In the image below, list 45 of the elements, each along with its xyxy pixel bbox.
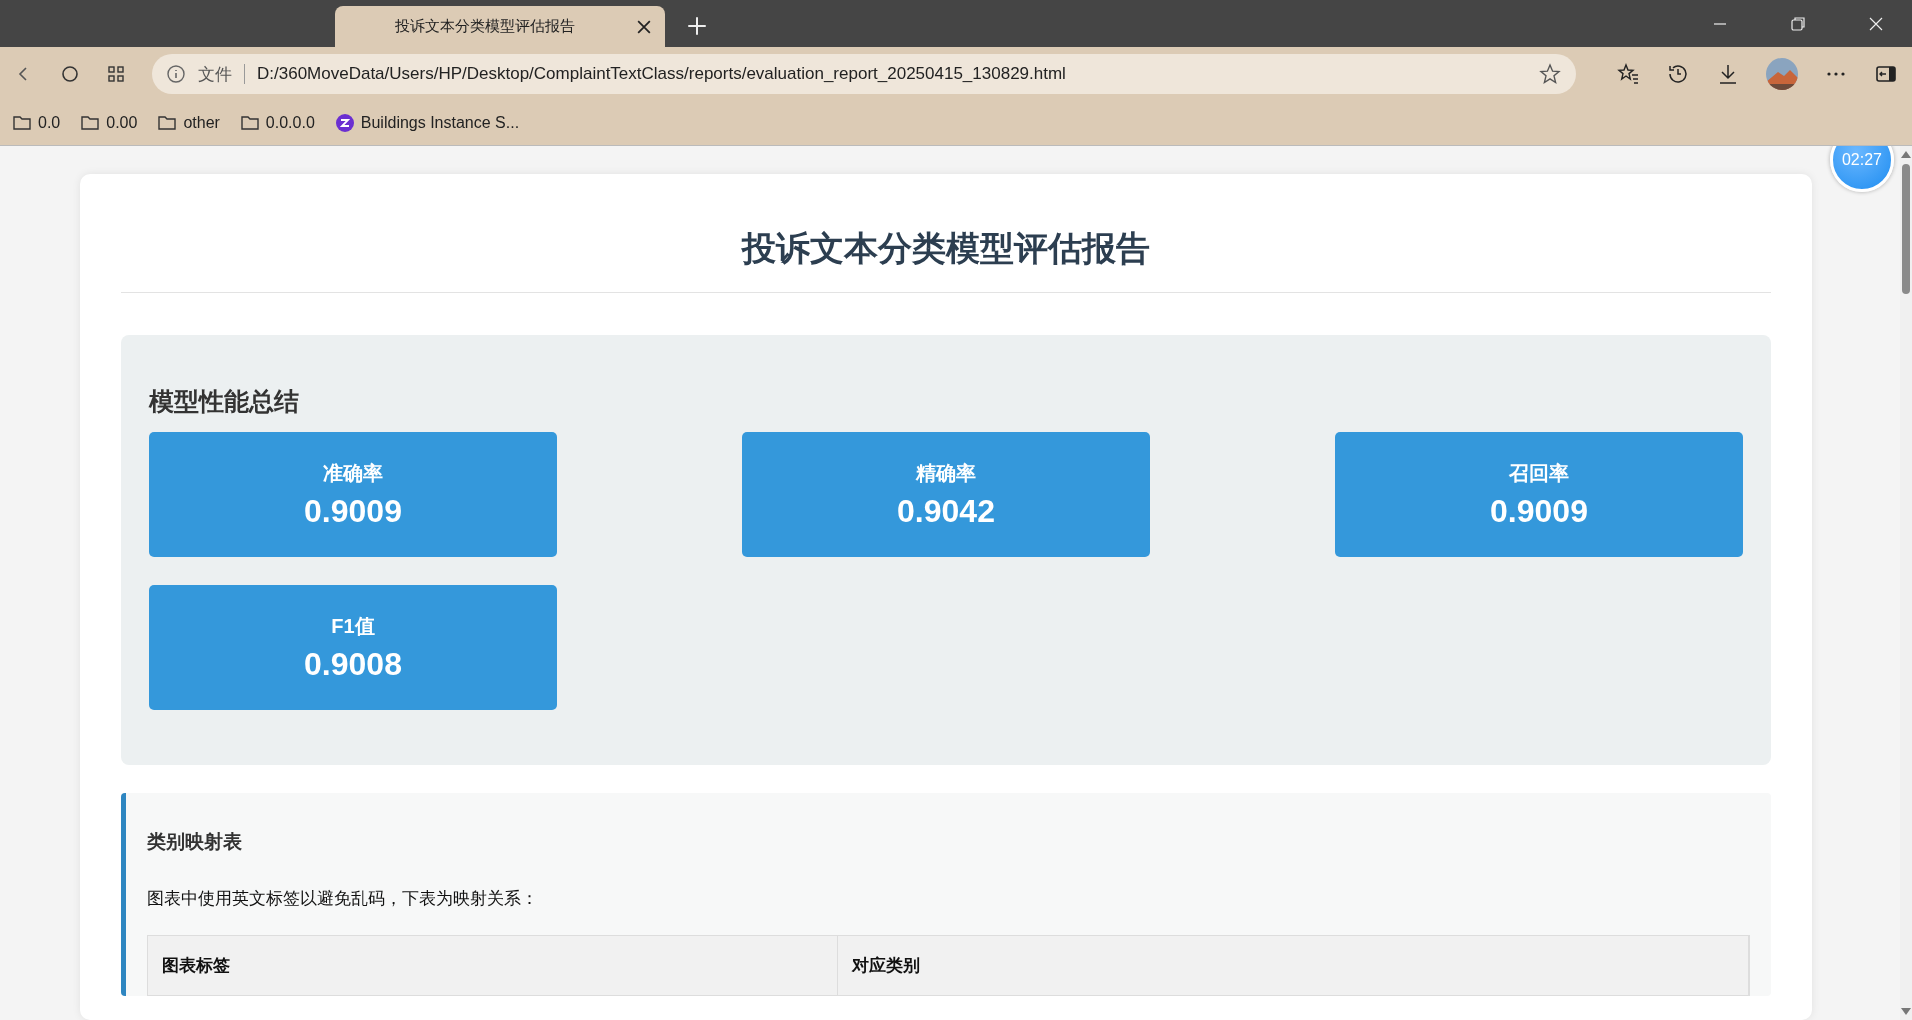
info-icon [166, 64, 186, 84]
metric-value: 0.9009 [304, 492, 402, 530]
apps-icon[interactable] [106, 64, 126, 84]
bookmark[interactable]: 0.0.0.0 [239, 113, 315, 133]
bookmark[interactable]: 0.00 [80, 113, 138, 133]
restore-icon[interactable] [1790, 16, 1806, 32]
metric-value: 0.9042 [897, 492, 995, 530]
scroll-down-icon[interactable] [1901, 1008, 1911, 1016]
metric-label: 召回率 [1509, 460, 1569, 486]
scroll-thumb[interactable] [1902, 164, 1910, 294]
column-header: 对应类别 [838, 936, 1749, 995]
star-icon[interactable] [1538, 62, 1562, 86]
folder-icon [12, 113, 32, 133]
scrollbar[interactable] [1900, 146, 1912, 1020]
metric-label: 准确率 [323, 460, 383, 486]
scroll-up-icon[interactable] [1901, 150, 1911, 158]
address-label: 文件 [198, 63, 232, 86]
site-icon [334, 113, 355, 133]
bookmark[interactable]: 0.0 [12, 113, 61, 133]
address-bar[interactable]: 文件 D:/360MoveData/Users/HP/Desktop/ComplaintTextClass/reports/evaluation_report_20250415_130829.html [152, 54, 1576, 94]
column-header: 图表标签 [148, 936, 838, 995]
close-tab-icon[interactable] [637, 19, 651, 34]
metric-label: 精确率 [916, 460, 976, 486]
metric-label: F1值 [331, 613, 375, 639]
folder-icon [157, 113, 178, 133]
report-title: 投诉文本分类模型评估报告 [740, 228, 1151, 269]
history-icon[interactable] [1666, 62, 1690, 86]
url-text: D:/360MoveData/Users/HP/Desktop/ComplaintTextClass/reports/evaluation_report_20250415_130829.html [257, 64, 1066, 84]
metric-value: 0.9008 [304, 645, 402, 683]
folder-icon [239, 113, 260, 133]
refresh-icon[interactable] [60, 64, 80, 84]
tab-title: 投诉文本分类模型评估报告 [395, 17, 576, 36]
timer-badge: 02:27 [1830, 146, 1894, 192]
new-tab-icon[interactable] [687, 16, 707, 36]
bookmark[interactable]: other [157, 113, 220, 133]
profile-avatar[interactable] [1766, 58, 1798, 90]
favorites-icon[interactable] [1616, 62, 1640, 86]
note-text: 图表中使用英文标签以避免乱码，下表为映射关系： [147, 888, 539, 910]
folder-icon [80, 113, 101, 133]
section-heading: 类别映射表 [147, 830, 243, 854]
browser-tab[interactable]: 投诉文本分类模型评估报告 [335, 6, 665, 47]
metric-value: 0.9009 [1490, 492, 1588, 530]
section-heading: 模型性能总结 [149, 386, 300, 417]
bookmark[interactable]: Buildings Instance S... [334, 113, 520, 133]
close-icon[interactable] [1868, 16, 1884, 32]
